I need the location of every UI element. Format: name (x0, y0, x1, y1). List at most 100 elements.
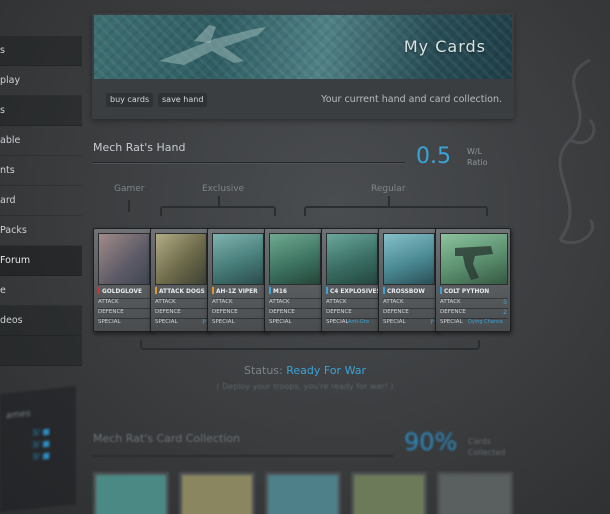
collection-card-thumb[interactable] (351, 472, 427, 514)
sidebar-item[interactable]: s (0, 96, 82, 126)
collection-label: Cards Collected (468, 436, 505, 458)
category-bracket (304, 206, 488, 216)
hand-divider (93, 162, 405, 164)
page-header: My Cards buy cards save hand Your curren… (92, 13, 514, 119)
card-flag (98, 287, 100, 294)
card-name: ATTACK DOGS (155, 287, 207, 297)
header-banner: My Cards (94, 15, 512, 79)
card-m16[interactable]: M16 ATTACK DEFENCE SPECIAL (264, 228, 324, 332)
jet-icon (159, 25, 266, 65)
games-stat: 3/ ■ (32, 438, 50, 450)
status-label: Status: (243, 364, 283, 377)
games-label: ames (6, 408, 31, 422)
category-tick (218, 196, 220, 208)
collection-label-line: Collected (468, 448, 506, 457)
wl-ratio-label: W/L Ratio (467, 146, 488, 168)
card-defence: DEFENCE (326, 308, 378, 317)
sidebar-item[interactable]: s (0, 36, 82, 66)
wl-ratio-value: 0.5 (416, 144, 451, 169)
stat-label: SPECIAL (98, 319, 121, 325)
page-title: My Cards (403, 37, 486, 56)
collection-card-thumb[interactable] (179, 472, 255, 514)
collection-card-thumb[interactable] (93, 472, 169, 514)
card-attack-dogs[interactable]: ATTACK DOGS ATTACK DEFENCE SPECIAL P (150, 228, 210, 332)
stat-label: SPECIAL (155, 319, 178, 325)
card-ah-1z-viper[interactable]: AH-1Z VIPER ATTACK DEFENCE SPECIAL (207, 228, 267, 332)
sidebar-item[interactable]: ard (0, 186, 82, 216)
card-attack: ATTACK (98, 298, 150, 307)
revolver-icon (455, 246, 493, 280)
collection-divider (93, 455, 393, 457)
card-art (440, 233, 508, 285)
collection-card-thumb[interactable] (437, 472, 513, 514)
card-name: COLT PYTHON (440, 287, 508, 297)
card-special: SPECIAL (269, 318, 321, 327)
card-art (383, 233, 435, 285)
stat-label: ATTACK (98, 299, 119, 305)
card-name: M16 (269, 287, 321, 297)
sidebar-item-videos[interactable]: deos (0, 306, 82, 336)
card-art (326, 233, 378, 285)
header-toolbar: buy cards save hand Your current hand an… (92, 83, 514, 119)
card-goldglove[interactable]: GOLDGLOVE ATTACK DEFENCE SPECIAL (93, 228, 153, 332)
special-value: Dying Chance (468, 319, 503, 325)
status-line: Status: Ready For War (0, 364, 610, 377)
collection-title: Mech Rat's Card Collection (93, 432, 241, 445)
stat-label: DEFENCE (155, 309, 181, 315)
stat-label: DEFENCE (440, 309, 466, 315)
card-flag (269, 287, 271, 294)
card-defence: DEFENCE (383, 308, 435, 317)
sidebar-item[interactable]: play (0, 66, 82, 96)
card-colt-python[interactable]: COLT PYTHON ATTACK 5 DEFENCE 2 SPECIAL Dyin… (435, 228, 511, 332)
card-attack: ATTACK (155, 298, 207, 307)
card-defence: DEFENCE 2 (440, 308, 508, 317)
stat-label: ATTACK (155, 299, 176, 305)
card-attack: ATTACK (212, 298, 264, 307)
sidebar-item-forum[interactable]: Forum (0, 246, 82, 276)
collection-card-thumb[interactable] (265, 472, 341, 514)
collection-label-line: Cards (468, 437, 491, 446)
stat-label: SPECIAL (383, 319, 406, 325)
stat-label: SPECIAL (269, 319, 292, 325)
sidebar-nav: s play s able nts ard Packs Forum e deos (0, 36, 82, 366)
stat-label: ATTACK (326, 299, 347, 305)
card-attack: ATTACK (269, 298, 321, 307)
card-defence: DEFENCE (98, 308, 150, 317)
stat-label: ATTACK (383, 299, 404, 305)
card-name-text: C4 EXPLOSIVES (330, 287, 378, 295)
card-special: SPECIAL Dying Chance (440, 318, 508, 327)
hand-title: Mech Rat's Hand (93, 141, 186, 154)
card-art (212, 233, 264, 285)
category-regular: Regular (371, 184, 406, 194)
card-name-text: ATTACK DOGS (159, 287, 205, 295)
stat-label: DEFENCE (383, 309, 409, 315)
sidebar-item[interactable]: nts (0, 156, 82, 186)
save-hand-button[interactable]: save hand (158, 93, 208, 107)
card-art (155, 233, 207, 285)
card-name: GOLDGLOVE (98, 287, 150, 297)
card-defence: DEFENCE (269, 308, 321, 317)
card-crossbow[interactable]: CROSSBOW ATTACK DEFENCE SPECIAL P (378, 228, 438, 332)
games-stat: 3/ ■ (32, 426, 50, 438)
status-subtext: ( Deploy your troops, you're ready for w… (216, 382, 394, 391)
card-name-text: COLT PYTHON (444, 287, 490, 295)
sidebar-item[interactable]: e (0, 276, 82, 306)
card-name-text: CROSSBOW (387, 287, 425, 295)
collection-percent: 90% (404, 428, 458, 456)
buy-cards-button[interactable]: buy cards (106, 93, 154, 107)
defence-value: 2 (503, 309, 507, 316)
category-tick (388, 196, 390, 208)
header-description: Your current hand and card collection. (321, 94, 502, 105)
card-flag (212, 287, 214, 294)
card-flag (440, 287, 442, 294)
games-stat: 3/ ■ (32, 450, 50, 462)
sidebar-item[interactable]: able (0, 126, 82, 156)
stat-label: DEFENCE (98, 309, 124, 315)
sidebar-item[interactable]: Packs (0, 216, 82, 246)
card-art (269, 233, 321, 285)
card-c4-explosives[interactable]: C4 EXPLOSIVES ATTACK DEFENCE SPECIAL Anti… (321, 228, 381, 332)
card-name-text: AH-1Z VIPER (216, 287, 258, 295)
card-defence: DEFENCE (155, 308, 207, 317)
stat-label: SPECIAL (326, 319, 349, 325)
special-value: P (430, 319, 434, 326)
